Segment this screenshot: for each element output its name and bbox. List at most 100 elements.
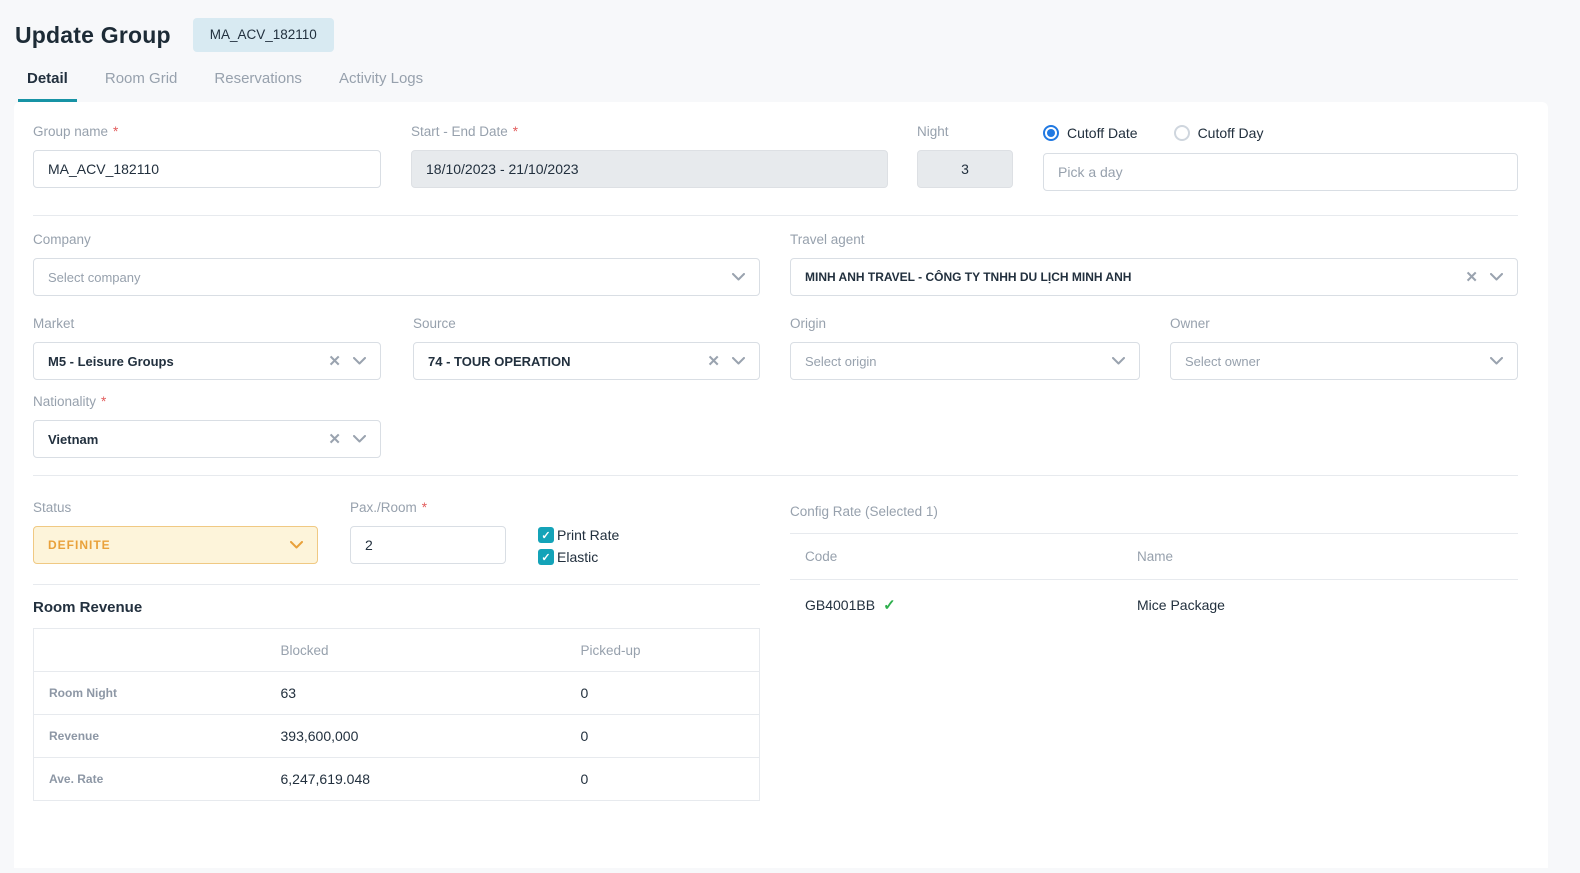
pax-room-field: Pax./Room * bbox=[350, 500, 506, 565]
travel-agent-select[interactable]: MINH ANH TRAVEL - CÔNG TY TNHH DU LỊCH M… bbox=[790, 258, 1518, 296]
revenue-blocked: 393,600,000 bbox=[266, 715, 566, 758]
rate-code: GB4001BB bbox=[805, 597, 875, 613]
ave-rate-picked-up: 0 bbox=[566, 758, 760, 801]
required-marker: * bbox=[422, 500, 427, 515]
revenue-row-label: Revenue bbox=[34, 715, 266, 758]
company-label: Company bbox=[33, 232, 91, 247]
blocked-column-header: Blocked bbox=[266, 629, 566, 672]
tab-bar: Detail Room Grid Reservations Activity L… bbox=[0, 56, 1580, 102]
company-field: Company Select company bbox=[33, 232, 760, 296]
print-rate-checkbox[interactable]: ✓ Print Rate bbox=[538, 527, 619, 543]
row-status-pax: Status DEFINITE Pax./Room * bbox=[33, 500, 760, 565]
clear-icon[interactable]: ✕ bbox=[707, 354, 720, 369]
cutoff-date-radio[interactable]: Cutoff Date bbox=[1043, 125, 1138, 141]
table-row: Room Night 63 0 bbox=[34, 672, 760, 715]
market-select[interactable]: M5 - Leisure Groups ✕ bbox=[33, 342, 381, 380]
section-divider bbox=[33, 584, 760, 585]
chevron-down-icon[interactable] bbox=[732, 273, 745, 281]
config-rate-column: Config Rate (Selected 1) Code Name GB400… bbox=[790, 500, 1518, 801]
checked-checkbox-icon: ✓ bbox=[538, 527, 554, 543]
nationality-value: Vietnam bbox=[48, 432, 316, 447]
cutoff-day-radio[interactable]: Cutoff Day bbox=[1174, 125, 1264, 141]
market-value: M5 - Leisure Groups bbox=[48, 354, 316, 369]
night-field: Night bbox=[917, 124, 1013, 191]
selected-check-icon: ✓ bbox=[883, 596, 896, 614]
market-field: Market M5 - Leisure Groups ✕ bbox=[33, 316, 381, 380]
tab-room-grid[interactable]: Room Grid bbox=[96, 70, 187, 102]
nationality-label: Nationality bbox=[33, 394, 96, 409]
group-name-input[interactable] bbox=[33, 150, 381, 188]
row-company-agent: Company Select company Travel agent MINH… bbox=[33, 232, 1518, 296]
clear-icon[interactable]: ✕ bbox=[328, 432, 341, 447]
section-divider bbox=[33, 215, 1518, 216]
source-field: Source 74 - TOUR OPERATION ✕ bbox=[413, 316, 760, 380]
table-row: Revenue 393,600,000 0 bbox=[34, 715, 760, 758]
row-dates: Group name * Start - End Date * Night Cu… bbox=[33, 124, 1518, 191]
chevron-down-icon[interactable] bbox=[1490, 273, 1503, 281]
chevron-down-icon[interactable] bbox=[1112, 357, 1125, 365]
status-field: Status DEFINITE bbox=[33, 500, 318, 565]
origin-select[interactable]: Select origin bbox=[790, 342, 1140, 380]
room-revenue-table: Blocked Picked-up Room Night 63 0 Revenu… bbox=[33, 628, 760, 801]
company-select[interactable]: Select company bbox=[33, 258, 760, 296]
nationality-select[interactable]: Vietnam ✕ bbox=[33, 420, 381, 458]
origin-label: Origin bbox=[790, 316, 826, 331]
chevron-down-icon[interactable] bbox=[732, 357, 745, 365]
ave-rate-row-label: Ave. Rate bbox=[34, 758, 266, 801]
source-select[interactable]: 74 - TOUR OPERATION ✕ bbox=[413, 342, 760, 380]
tab-activity-logs[interactable]: Activity Logs bbox=[330, 70, 432, 102]
cutoff-day-picker-input[interactable] bbox=[1043, 153, 1518, 191]
room-night-row-label: Room Night bbox=[34, 672, 266, 715]
origin-field: Origin Select origin bbox=[790, 316, 1140, 380]
row-market-source: Market M5 - Leisure Groups ✕ Source 74 -… bbox=[33, 316, 1518, 380]
name-column-header: Name bbox=[1137, 549, 1518, 564]
market-label: Market bbox=[33, 316, 74, 331]
cutoff-radio-group: Cutoff Date Cutoff Day bbox=[1043, 124, 1518, 142]
clear-icon[interactable]: ✕ bbox=[1465, 270, 1478, 285]
date-range-input bbox=[411, 150, 888, 188]
table-header-row: Blocked Picked-up bbox=[34, 629, 760, 672]
source-value: 74 - TOUR OPERATION bbox=[428, 354, 695, 369]
ave-rate-blocked: 6,247,619.048 bbox=[266, 758, 566, 801]
clear-icon[interactable]: ✕ bbox=[328, 354, 341, 369]
tab-reservations[interactable]: Reservations bbox=[205, 70, 311, 102]
night-input bbox=[917, 150, 1013, 188]
nationality-field: Nationality * Vietnam ✕ bbox=[33, 394, 381, 458]
chevron-down-icon[interactable] bbox=[353, 357, 366, 365]
code-column-header: Code bbox=[790, 549, 1137, 564]
pax-room-input[interactable] bbox=[350, 526, 506, 564]
date-range-field: Start - End Date * bbox=[411, 124, 888, 191]
group-name-field: Group name * bbox=[33, 124, 381, 191]
status-value: DEFINITE bbox=[48, 538, 278, 552]
room-revenue-title: Room Revenue bbox=[33, 599, 760, 616]
checked-checkbox-icon: ✓ bbox=[538, 549, 554, 565]
rate-checkboxes: ✓ Print Rate ✓ Elastic bbox=[538, 500, 619, 565]
page-title: Update Group bbox=[15, 22, 171, 49]
config-rate-row[interactable]: GB4001BB ✓ Mice Package bbox=[790, 580, 1518, 614]
picked-up-column-header: Picked-up bbox=[566, 629, 760, 672]
room-night-blocked: 63 bbox=[266, 672, 566, 715]
detail-form-card: Group name * Start - End Date * Night Cu… bbox=[14, 102, 1548, 868]
elastic-checkbox[interactable]: ✓ Elastic bbox=[538, 549, 619, 565]
radio-unselected-icon bbox=[1174, 125, 1190, 141]
status-select[interactable]: DEFINITE bbox=[33, 526, 318, 564]
required-marker: * bbox=[101, 394, 106, 409]
tab-detail[interactable]: Detail bbox=[18, 70, 77, 102]
chevron-down-icon[interactable] bbox=[290, 541, 303, 549]
chevron-down-icon[interactable] bbox=[353, 435, 366, 443]
pax-room-label: Pax./Room bbox=[350, 500, 417, 515]
config-rate-title: Config Rate (Selected 1) bbox=[790, 504, 1518, 519]
owner-select[interactable]: Select owner bbox=[1170, 342, 1518, 380]
section-divider bbox=[33, 475, 1518, 476]
room-night-picked-up: 0 bbox=[566, 672, 760, 715]
origin-placeholder: Select origin bbox=[805, 354, 1100, 369]
table-row: Ave. Rate 6,247,619.048 0 bbox=[34, 758, 760, 801]
date-range-label: Start - End Date bbox=[411, 124, 508, 139]
status-label: Status bbox=[33, 500, 71, 515]
bottom-section: Status DEFINITE Pax./Room * bbox=[33, 500, 1518, 801]
chevron-down-icon[interactable] bbox=[1490, 357, 1503, 365]
status-revenue-column: Status DEFINITE Pax./Room * bbox=[33, 500, 760, 801]
group-code-badge: MA_ACV_182110 bbox=[193, 18, 334, 52]
source-label: Source bbox=[413, 316, 456, 331]
travel-agent-value: MINH ANH TRAVEL - CÔNG TY TNHH DU LỊCH M… bbox=[805, 270, 1453, 284]
